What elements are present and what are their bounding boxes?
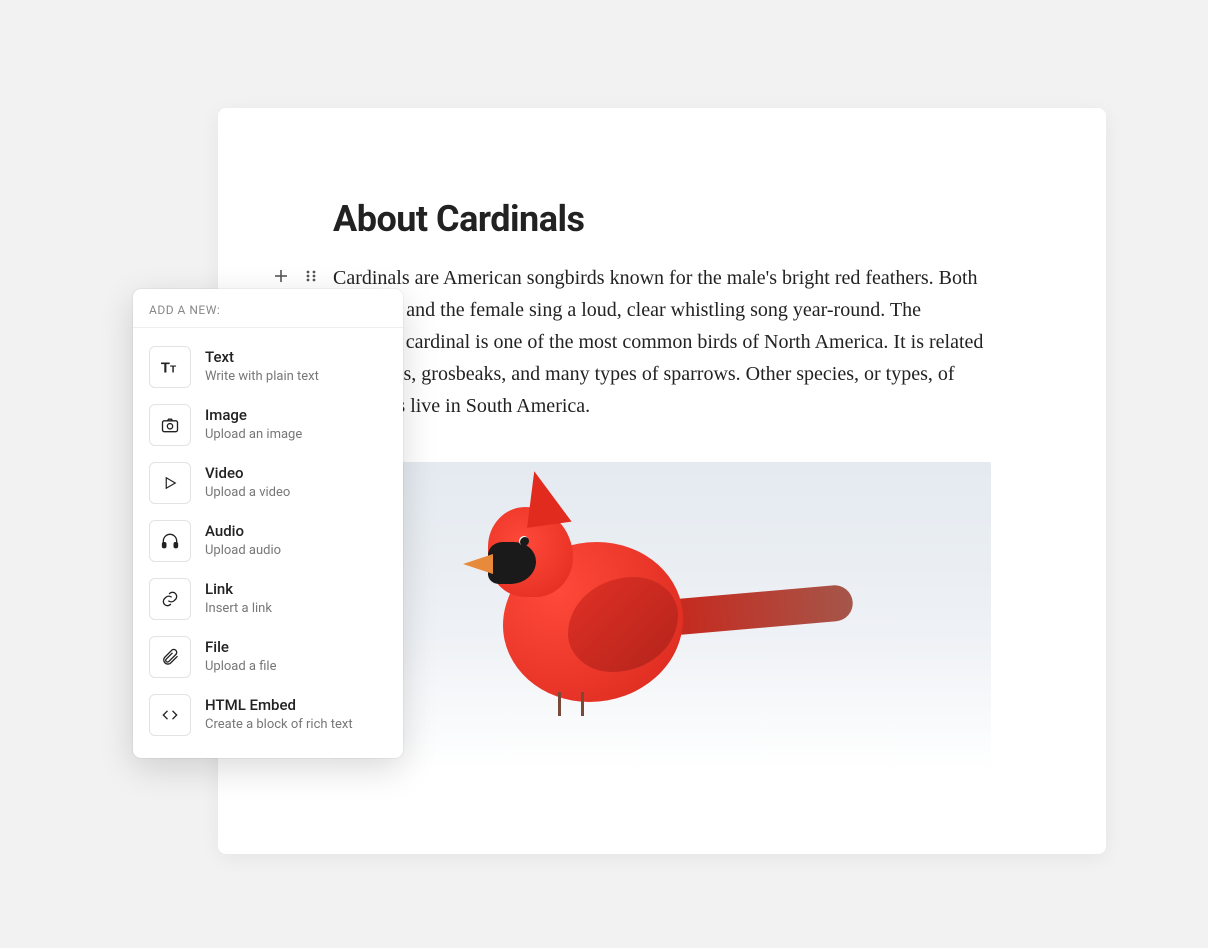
grip-icon [304,269,318,283]
add-menu-item-desc: Upload an image [205,426,302,444]
drag-handle[interactable] [299,264,323,288]
add-menu-item-image[interactable]: Image Upload an image [141,396,395,454]
plus-icon [273,268,289,284]
add-menu-item-desc: Create a block of rich text [205,716,353,734]
add-menu-item-desc: Write with plain text [205,368,319,386]
play-icon [149,462,191,504]
add-menu-item-file[interactable]: File Upload a file [141,628,395,686]
add-menu-item-title: Text [205,348,319,368]
add-menu-item-video[interactable]: Video Upload a video [141,454,395,512]
add-block-menu: ADD A NEW: TT Text Write with plain text… [133,289,403,758]
add-menu-header: ADD A NEW: [133,289,403,328]
add-menu-list: TT Text Write with plain text Image Uplo… [133,328,403,758]
svg-text:T: T [170,365,177,376]
add-menu-item-text[interactable]: TT Text Write with plain text [141,338,395,396]
add-menu-item-title: Link [205,580,272,600]
add-menu-item-title: Image [205,406,302,426]
add-menu-item-desc: Upload a file [205,658,277,676]
add-menu-item-title: File [205,638,277,658]
add-block-button[interactable] [269,264,293,288]
add-menu-item-desc: Upload audio [205,542,281,560]
svg-text:T: T [161,361,170,377]
headphones-icon [149,520,191,562]
text-icon: TT [149,346,191,388]
add-menu-item-audio[interactable]: Audio Upload audio [141,512,395,570]
content-image[interactable] [333,462,991,770]
add-menu-item-title: HTML Embed [205,696,353,716]
paperclip-icon [149,636,191,678]
add-menu-item-title: Audio [205,522,281,542]
block-controls [269,264,323,288]
code-icon [149,694,191,736]
add-menu-item-html-embed[interactable]: HTML Embed Create a block of rich text [141,686,395,744]
add-menu-item-link[interactable]: Link Insert a link [141,570,395,628]
add-menu-item-desc: Insert a link [205,600,272,618]
link-icon [149,578,191,620]
cardinal-illustration [662,584,854,636]
page-title: About Cardinals [333,198,991,240]
paragraph-block: Cardinals are American songbirds known f… [333,262,991,422]
paragraph-text[interactable]: Cardinals are American songbirds known f… [333,262,991,422]
camera-icon [149,404,191,446]
add-menu-item-desc: Upload a video [205,484,290,502]
add-menu-item-title: Video [205,464,290,484]
